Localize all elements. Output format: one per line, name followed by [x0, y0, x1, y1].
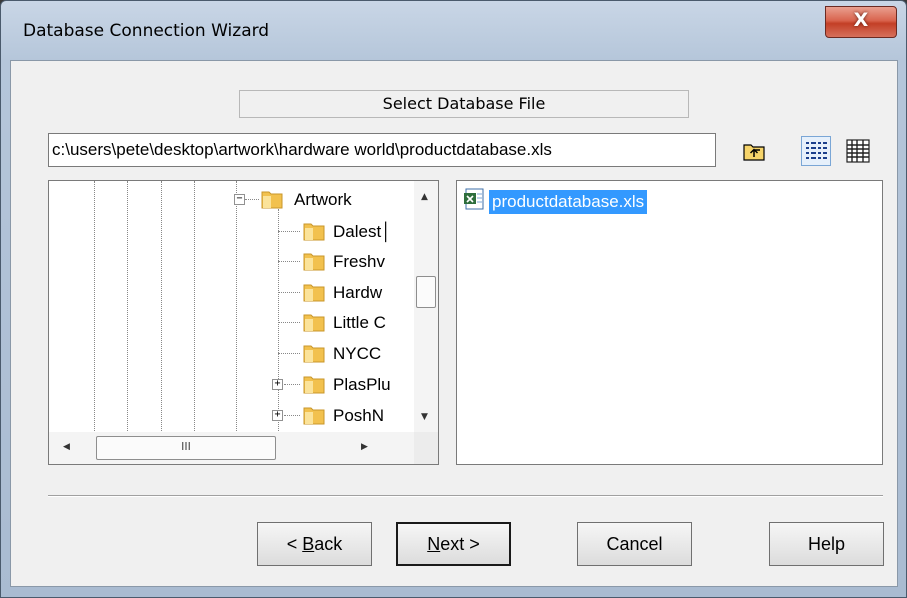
tree-guide-line [127, 181, 128, 431]
tree-guide-line [236, 181, 237, 431]
vertical-scroll-thumb[interactable] [416, 276, 436, 308]
back-button[interactable]: < Back [257, 522, 372, 566]
tree-item-plasplu[interactable]: PlasPlu [333, 374, 391, 396]
folder-tree[interactable]: − Artwork Dalest│ Freshv Hardw Little C … [48, 180, 439, 465]
next-mnemonic: N [427, 534, 441, 554]
details-view-button[interactable] [801, 136, 831, 166]
tree-item-poshn[interactable]: PoshN [333, 405, 384, 427]
tree-guide-line [278, 209, 279, 431]
scroll-left-arrow-icon[interactable]: ◀ [63, 442, 70, 452]
tree-guide-line [161, 181, 162, 431]
folder-up-icon [743, 144, 765, 161]
expand-icon[interactable]: + [272, 410, 283, 421]
folder-icon [303, 223, 325, 241]
title-bar[interactable]: Database Connection Wizard X [1, 1, 906, 59]
back-label-rest: ack [314, 534, 343, 554]
window-title: Database Connection Wizard [23, 21, 270, 41]
tree-item-little-c[interactable]: Little C [333, 312, 386, 334]
tree-item-freshv[interactable]: Freshv [333, 251, 385, 273]
folder-icon [303, 253, 325, 271]
path-input[interactable]: c:\users\pete\desktop\artwork\hardware w… [48, 133, 716, 167]
tree-item-dalest[interactable]: Dalest│ [333, 221, 392, 243]
tree-guide-line [94, 181, 95, 431]
list-view-icon [846, 139, 870, 163]
folder-icon [303, 376, 325, 394]
scrollbar-corner [414, 432, 438, 464]
folder-icon [303, 345, 325, 363]
back-prefix: < [286, 534, 303, 554]
tree-guide-line [194, 181, 195, 431]
tree-connector [278, 261, 300, 262]
file-list[interactable]: productdatabase.xls [456, 180, 883, 465]
tree-item-hardw[interactable]: Hardw [333, 282, 382, 304]
section-heading: Select Database File [239, 90, 689, 118]
tree-connector [245, 199, 259, 200]
scroll-right-arrow-icon[interactable]: ▶ [361, 442, 368, 452]
folder-icon [303, 407, 325, 425]
excel-file-icon [464, 188, 484, 210]
folder-icon [261, 191, 283, 209]
tree-connector [278, 322, 300, 323]
dialog-body: Select Database File c:\users\pete\deskt… [10, 60, 898, 587]
tree-item-nycc[interactable]: NYCC [333, 343, 381, 365]
cancel-button[interactable]: Cancel [577, 522, 692, 566]
tree-connector [278, 292, 300, 293]
scroll-up-arrow-icon[interactable]: ▲ [421, 192, 428, 202]
close-icon: X [853, 9, 869, 31]
collapse-icon[interactable]: − [234, 194, 245, 205]
tree-connector [278, 353, 300, 354]
next-label-rest: ext > [440, 534, 480, 554]
help-button[interactable]: Help [769, 522, 884, 566]
scroll-down-arrow-icon[interactable]: ▼ [421, 412, 428, 422]
details-view-icon [806, 142, 827, 159]
horizontal-scroll-thumb[interactable]: III [96, 436, 276, 460]
folder-icon [303, 284, 325, 302]
list-view-button[interactable] [843, 136, 873, 166]
dialog-window: Database Connection Wizard X Select Data… [0, 0, 907, 598]
expand-icon[interactable]: + [272, 379, 283, 390]
divider [48, 495, 883, 497]
tree-horizontal-scrollbar[interactable]: ◀ III ▶ [49, 432, 414, 464]
up-folder-button[interactable] [739, 136, 769, 166]
tree-connector [284, 384, 300, 385]
tree-connector [284, 415, 300, 416]
next-button[interactable]: Next > [396, 522, 511, 566]
back-mnemonic: B [302, 534, 315, 554]
folder-icon [303, 314, 325, 332]
file-name[interactable]: productdatabase.xls [489, 190, 648, 214]
close-button[interactable]: X [825, 6, 897, 38]
tree-vertical-scrollbar[interactable]: ▲ ▼ [414, 181, 438, 432]
tree-connector [278, 231, 300, 232]
tree-item-artwork[interactable]: Artwork [294, 189, 352, 211]
